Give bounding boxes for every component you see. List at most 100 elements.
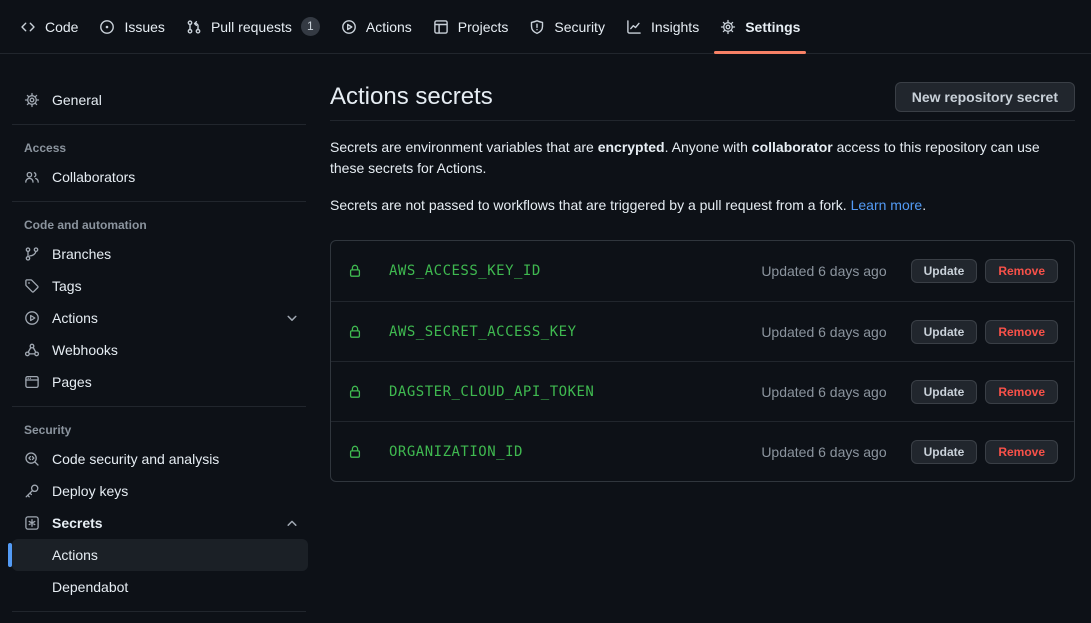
sidebar-item-general[interactable]: General [12, 84, 308, 116]
tab-insights[interactable]: Insights [626, 0, 699, 53]
description-paragraph-2: Secrets are not passed to workflows that… [330, 195, 1075, 216]
sidebar-section-security: Security [12, 415, 308, 443]
webhook-icon [24, 342, 40, 358]
sidebar-item-secrets-actions[interactable]: Actions [12, 539, 308, 571]
sidebar-item-tags[interactable]: Tags [12, 270, 308, 302]
secret-row: DAGSTER_CLOUD_API_TOKEN Updated 6 days a… [331, 361, 1074, 421]
sidebar-divider [12, 406, 306, 407]
secret-name: AWS_ACCESS_KEY_ID [389, 263, 541, 279]
tab-settings[interactable]: Settings [720, 0, 800, 53]
sidebar-item-collaborators[interactable]: Collaborators [12, 161, 308, 193]
description-text: . Anyone with [665, 139, 752, 155]
sidebar-item-secrets[interactable]: Secrets [12, 507, 308, 539]
browser-icon [24, 374, 40, 390]
tab-security[interactable]: Security [529, 0, 605, 53]
tab-label: Pull requests [211, 19, 292, 35]
issue-opened-icon [99, 19, 115, 35]
sidebar-item-label: Actions [52, 310, 98, 326]
sidebar-item-label: Dependabot [52, 579, 128, 595]
sidebar-item-label: Tags [52, 278, 82, 294]
active-tab-underline [714, 51, 806, 54]
tab-label: Projects [458, 19, 509, 35]
update-button[interactable]: Update [911, 380, 978, 404]
remove-button[interactable]: Remove [985, 259, 1058, 283]
tab-label: Issues [124, 19, 164, 35]
description-text: Secrets are not passed to workflows that… [330, 197, 851, 213]
sidebar-item-label: Pages [52, 374, 92, 390]
secrets-list: AWS_ACCESS_KEY_ID Updated 6 days ago Upd… [330, 240, 1075, 482]
tab-code[interactable]: Code [20, 0, 78, 53]
sidebar-item-actions[interactable]: Actions [12, 302, 308, 334]
updated-timestamp: Updated 6 days ago [761, 384, 886, 400]
tab-issues[interactable]: Issues [99, 0, 164, 53]
repo-tab-nav: Code Issues Pull requests 1 Actions Proj… [0, 0, 1091, 54]
gear-icon [24, 92, 40, 108]
sidebar-item-webhooks[interactable]: Webhooks [12, 334, 308, 366]
gear-icon [720, 19, 736, 35]
pull-request-icon [186, 19, 202, 35]
page-title: Actions secrets [330, 83, 493, 111]
lock-icon [347, 444, 363, 460]
secret-name: ORGANIZATION_ID [389, 444, 523, 460]
table-icon [433, 19, 449, 35]
sidebar-item-secrets-dependabot[interactable]: Dependabot [12, 571, 308, 603]
sidebar-item-label: Webhooks [52, 342, 118, 358]
sidebar-item-pages[interactable]: Pages [12, 366, 308, 398]
remove-button[interactable]: Remove [985, 320, 1058, 344]
sidebar-item-label: Code security and analysis [52, 451, 219, 467]
tab-label: Insights [651, 19, 699, 35]
secret-row: AWS_ACCESS_KEY_ID Updated 6 days ago Upd… [331, 241, 1074, 301]
description-text: . [922, 197, 926, 213]
lock-icon [347, 324, 363, 340]
shield-icon [529, 19, 545, 35]
updated-timestamp: Updated 6 days ago [761, 263, 886, 279]
update-button[interactable]: Update [911, 259, 978, 283]
updated-timestamp: Updated 6 days ago [761, 444, 886, 460]
settings-sidebar: General Access Collaborators Code and au… [0, 54, 330, 620]
remove-button[interactable]: Remove [985, 380, 1058, 404]
page-header: Actions secrets New repository secret [330, 82, 1075, 121]
code-icon [20, 19, 36, 35]
sidebar-section-code-and-automation: Code and automation [12, 210, 308, 238]
update-button[interactable]: Update [911, 440, 978, 464]
updated-timestamp: Updated 6 days ago [761, 324, 886, 340]
tab-label: Actions [366, 19, 412, 35]
active-indicator [8, 543, 12, 567]
graph-icon [626, 19, 642, 35]
git-branch-icon [24, 246, 40, 262]
tab-label: Code [45, 19, 78, 35]
sidebar-item-code-security-and-analysis[interactable]: Code security and analysis [12, 443, 308, 475]
pull-requests-count-badge: 1 [301, 17, 320, 36]
lock-icon [347, 263, 363, 279]
secret-row: AWS_SECRET_ACCESS_KEY Updated 6 days ago… [331, 301, 1074, 361]
sidebar-item-deploy-keys[interactable]: Deploy keys [12, 475, 308, 507]
secret-row: ORGANIZATION_ID Updated 6 days ago Updat… [331, 421, 1074, 481]
secrets-description: Secrets are environment variables that a… [330, 137, 1075, 216]
actions-secrets-panel: Actions secrets New repository secret Se… [330, 54, 1091, 482]
people-icon [24, 169, 40, 185]
secret-name: AWS_SECRET_ACCESS_KEY [389, 324, 577, 340]
description-bold-encrypted: encrypted [598, 139, 665, 155]
tab-pull-requests[interactable]: Pull requests 1 [186, 0, 320, 53]
tab-actions[interactable]: Actions [341, 0, 412, 53]
play-circle-icon [24, 310, 40, 326]
key-icon [24, 483, 40, 499]
new-repository-secret-button[interactable]: New repository secret [895, 82, 1075, 112]
sidebar-divider [12, 124, 306, 125]
learn-more-link[interactable]: Learn more [851, 197, 923, 213]
secret-name: DAGSTER_CLOUD_API_TOKEN [389, 384, 594, 400]
sidebar-item-label: Secrets [52, 515, 103, 531]
sidebar-divider [12, 611, 306, 612]
codescan-icon [24, 451, 40, 467]
lock-icon [347, 384, 363, 400]
remove-button[interactable]: Remove [985, 440, 1058, 464]
description-paragraph-1: Secrets are environment variables that a… [330, 137, 1075, 179]
update-button[interactable]: Update [911, 320, 978, 344]
sidebar-item-branches[interactable]: Branches [12, 238, 308, 270]
chevron-up-icon [284, 515, 300, 531]
sidebar-item-label: General [52, 92, 102, 108]
chevron-down-icon [284, 310, 300, 326]
tab-projects[interactable]: Projects [433, 0, 509, 53]
sidebar-item-label: Branches [52, 246, 111, 262]
play-circle-icon [341, 19, 357, 35]
